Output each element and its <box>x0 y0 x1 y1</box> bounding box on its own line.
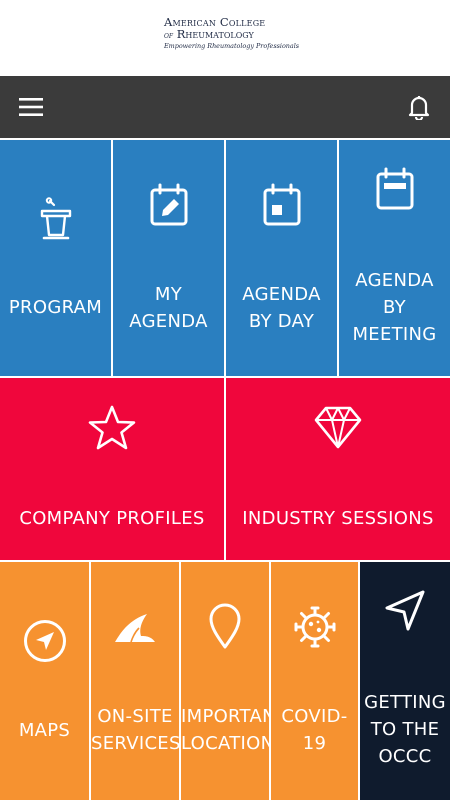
menu-button[interactable] <box>12 88 50 126</box>
tile-agenda-by-day[interactable]: AGENDA BY DAY <box>226 140 337 376</box>
tile-label: PROGRAM <box>8 297 103 318</box>
tile-maps[interactable]: MAPS <box>0 562 89 800</box>
shark-fin-icon <box>113 612 157 644</box>
logo-rheumatology: Rheumatology <box>176 27 254 41</box>
logo-header: American College of Rheumatology Empower… <box>0 0 450 76</box>
top-nav-bar <box>0 76 450 138</box>
tile-label: AGENDA BY DAY <box>242 284 321 332</box>
tile-label: MAPS <box>18 720 71 741</box>
tile-label: GETTING TO THE OCCC <box>364 692 446 767</box>
logo-tagline: Empowering Rheumatology Professionals <box>164 42 300 50</box>
tile-agenda-by-meeting[interactable]: AGENDA BY MEETING <box>339 140 450 376</box>
navigation-arrow-icon <box>382 588 428 634</box>
tile-company-profiles[interactable]: COMPANY PROFILES <box>0 378 224 560</box>
tile-label: AGENDA BY MEETING <box>352 270 437 345</box>
calendar-day-icon <box>262 183 302 227</box>
podium-icon <box>38 197 74 241</box>
tile-covid-19[interactable]: COVID- 19 <box>271 562 358 800</box>
tile-label: IMPORTANT LOCATIONS <box>181 706 269 754</box>
tile-important-locations[interactable]: IMPORTANT LOCATIONS <box>181 562 269 800</box>
calendar-edit-icon <box>149 183 189 227</box>
logo-of: of <box>164 31 174 40</box>
hamburger-icon <box>19 98 43 116</box>
compass-icon <box>22 618 68 664</box>
tile-industry-sessions[interactable]: INDUSTRY SESSIONS <box>226 378 450 560</box>
bell-icon <box>408 96 430 120</box>
tile-program[interactable]: PROGRAM <box>0 140 111 376</box>
tile-label: MY AGENDA <box>129 284 208 332</box>
tile-getting-to-occc[interactable]: GETTING TO THE OCCC <box>360 562 450 800</box>
logo-line2: of Rheumatology <box>164 28 288 42</box>
tile-label: COVID- 19 <box>281 706 348 754</box>
virus-icon <box>292 604 338 650</box>
notifications-button[interactable] <box>400 88 438 126</box>
diamond-icon <box>313 404 363 450</box>
star-icon <box>87 404 137 452</box>
calendar-icon <box>375 167 415 211</box>
tile-my-agenda[interactable]: MY AGENDA <box>113 140 224 376</box>
tile-on-site-services[interactable]: ON-SITE SERVICES <box>91 562 179 800</box>
map-pin-icon <box>207 602 243 650</box>
tile-label: COMPANY PROFILES <box>19 508 205 529</box>
tile-label: ON-SITE SERVICES <box>91 706 179 754</box>
tile-label: INDUSTRY SESSIONS <box>242 508 434 529</box>
acr-logo: American College of Rheumatology Empower… <box>164 16 300 60</box>
